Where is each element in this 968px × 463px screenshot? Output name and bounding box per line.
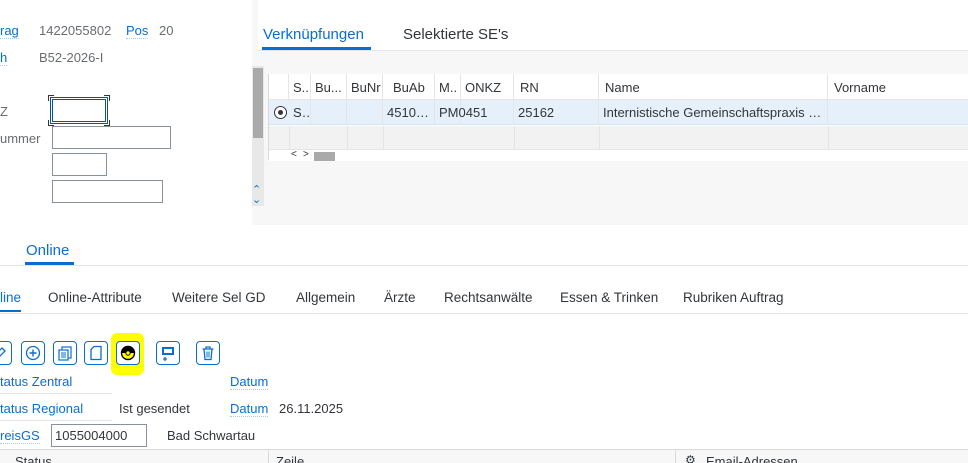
subtab-weitere-sel-gd[interactable]: Weitere Sel GD xyxy=(172,290,266,305)
subtab-rubriken-auftrag[interactable]: Rubriken Auftrag xyxy=(683,290,784,305)
grid-header-rn[interactable]: RN xyxy=(514,74,599,100)
grid-cell-bunr xyxy=(347,100,383,125)
grid-cell-onkz xyxy=(461,100,514,125)
grid-empty-sep-6 xyxy=(828,126,829,150)
kreisgs-label[interactable]: reisGS xyxy=(0,428,40,444)
grid-cell-buab: 451005 xyxy=(383,100,435,125)
field4-input[interactable] xyxy=(52,180,163,203)
scroll-left-icon[interactable]: < xyxy=(291,150,297,160)
vertical-scrollbar-thumb[interactable] xyxy=(253,68,263,138)
grid-empty-sep-5 xyxy=(599,126,600,150)
datum1-label[interactable]: Datum xyxy=(230,374,269,390)
edit-icon xyxy=(0,347,6,357)
tabbar-divider xyxy=(258,50,968,51)
subtab-rechtsanwaelte[interactable]: Rechtsanwälte xyxy=(444,290,533,305)
delete-button[interactable] xyxy=(196,341,220,365)
collapse-chevrons-icon[interactable]: ⌃ ⌄ xyxy=(252,185,261,206)
grid-header-buab[interactable]: BuAb xyxy=(383,74,435,100)
grid-cell-rn: 25162 xyxy=(514,100,599,125)
status-button[interactable] xyxy=(116,341,140,365)
horizontal-scrollbar-thumb[interactable] xyxy=(314,152,335,161)
grid-header-bunr[interactable]: BuNr xyxy=(347,74,383,100)
add-screen-icon xyxy=(162,347,174,361)
add-button[interactable] xyxy=(21,341,45,365)
subtab-online-underline xyxy=(0,310,21,312)
grid-header-vorname[interactable]: Vorname xyxy=(828,74,968,100)
z-label: Z xyxy=(0,104,8,119)
status-regional-label[interactable]: tatus Regional xyxy=(0,401,83,416)
grid-header-m[interactable]: M.. xyxy=(435,74,461,100)
section-tab-online[interactable]: Online xyxy=(26,242,69,259)
copy-documents-icon xyxy=(58,346,72,361)
bottom-table-header xyxy=(0,449,968,463)
grid-header-onkz[interactable]: ONKZ xyxy=(461,74,514,100)
row-radio-button[interactable] xyxy=(274,106,287,119)
grid-row-empty[interactable] xyxy=(269,126,968,150)
auftrag-label[interactable]: rag xyxy=(0,23,19,39)
subtab-allgemein[interactable]: Allgemein xyxy=(296,290,355,305)
h-label[interactable]: h xyxy=(0,50,8,66)
datum2-value: 26.11.2025 xyxy=(279,401,344,416)
tab-verknuepfungen[interactable]: Verknüpfungen xyxy=(263,26,364,43)
grid-empty-sep-3 xyxy=(383,126,384,150)
status-regional-value: Ist gesendet xyxy=(119,401,190,416)
bottom-col-sep-1 xyxy=(268,450,269,463)
tab-selektierte-se[interactable]: Selektierte SE's xyxy=(403,26,508,43)
subtab-aerzte[interactable]: Ärzte xyxy=(384,290,416,305)
email-settings-icon[interactable]: ⚙ xyxy=(685,453,696,463)
add-screen-button[interactable] xyxy=(156,341,180,365)
scroll-right-icon[interactable]: > xyxy=(303,150,309,160)
subtab-divider xyxy=(0,313,968,314)
grid-cell-name: Internistische Gemeinschaftspraxis B... xyxy=(599,100,828,125)
grid-header-selector xyxy=(269,74,289,100)
linked-se-grid: S.. Bu... BuNr BuAb M.. ONKZ RN Name Vor… xyxy=(268,74,968,161)
field3-input[interactable] xyxy=(52,153,107,176)
add-circle-icon xyxy=(25,345,41,361)
z-input[interactable] xyxy=(50,97,108,124)
status-zentral-label[interactable]: tatus Zentral xyxy=(0,374,72,389)
new-document-icon xyxy=(90,345,102,361)
status-circle-icon xyxy=(120,345,136,361)
datum2-label[interactable]: Datum xyxy=(230,401,269,417)
tab-verknuepfungen-underline xyxy=(262,47,371,50)
subtab-online[interactable]: line xyxy=(0,290,21,305)
trash-icon xyxy=(202,346,214,361)
new-document-button[interactable] xyxy=(84,341,108,365)
grid-cell-s: SE xyxy=(289,100,311,125)
nummer-input[interactable] xyxy=(52,126,171,149)
h-value: B52-2026-I xyxy=(39,50,104,65)
grid-empty-sep-1 xyxy=(289,126,290,150)
grid-empty-sep-4 xyxy=(514,126,515,150)
focus-corner-tr xyxy=(104,95,110,101)
grid-cell-m: PM0451 xyxy=(435,100,487,125)
section-divider xyxy=(0,265,968,266)
subtab-essen-trinken[interactable]: Essen & Trinken xyxy=(560,290,658,305)
grid-header-s[interactable]: S.. xyxy=(289,74,311,100)
focus-corner-tl xyxy=(48,95,54,101)
copy-button[interactable] xyxy=(53,341,77,365)
subtab-online-attribute[interactable]: Online-Attribute xyxy=(48,290,142,305)
grid-header-bu[interactable]: Bu... xyxy=(311,74,347,100)
pos-value: 20 xyxy=(159,23,174,38)
zeile-column-header[interactable]: Zeile xyxy=(276,454,304,463)
edit-button[interactable] xyxy=(0,341,12,365)
status-column-header[interactable]: Status xyxy=(15,454,52,463)
bottom-col-sep-2 xyxy=(675,450,676,463)
grid-header-name[interactable]: Name xyxy=(599,74,828,100)
status-zentral-underline xyxy=(0,393,112,394)
email-column-header[interactable]: Email-Adressen xyxy=(706,454,798,463)
horizontal-scrollbar[interactable] xyxy=(269,151,968,161)
grid-empty-sep-2 xyxy=(347,126,348,150)
pos-label[interactable]: Pos xyxy=(126,23,149,39)
grid-cell-vorname xyxy=(828,100,968,125)
right-tabbar xyxy=(258,0,968,51)
status-regional-underline xyxy=(0,420,112,421)
city-value: Bad Schwartau xyxy=(167,428,256,443)
grid-cell-bu xyxy=(311,100,347,125)
auftrag-value: 1422055802 xyxy=(39,23,112,38)
nummer-label: ummer xyxy=(0,131,41,146)
kreisgs-input[interactable] xyxy=(51,424,147,447)
